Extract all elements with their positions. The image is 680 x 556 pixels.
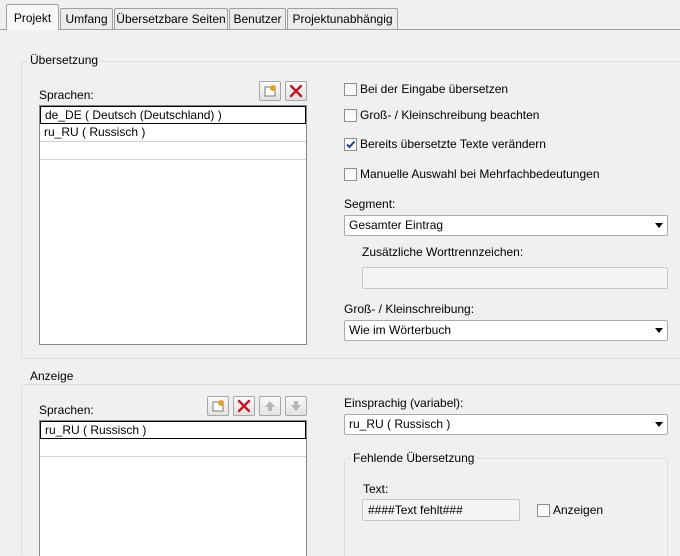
uebersetzung-legend: Übersetzung — [27, 53, 102, 67]
arrow-up-icon — [265, 401, 275, 411]
add-display-language-button[interactable] — [207, 396, 229, 416]
language-item[interactable]: ru_RU ( Russisch ) — [40, 421, 306, 439]
checkbox-gross-kleinschreibung[interactable] — [344, 109, 357, 122]
delete-display-language-button[interactable] — [233, 396, 255, 416]
text-label: Text: — [363, 482, 389, 496]
tab-umfang[interactable]: Umfang — [60, 8, 113, 29]
checkbox-manuelle-auswahl[interactable] — [344, 168, 357, 181]
add-language-button[interactable] — [259, 81, 281, 101]
case-select[interactable]: Wie im Wörterbuch — [344, 320, 668, 341]
chevron-down-icon — [655, 223, 663, 228]
fehlende-uebersetzung-legend: Fehlende Übersetzung — [350, 451, 478, 465]
label-bei-eingabe-uebersetzen: Bei der Eingabe übersetzen — [360, 82, 509, 96]
case-value: Wie im Wörterbuch — [349, 323, 452, 337]
chevron-down-icon — [655, 422, 663, 427]
uebersetzung-language-list[interactable]: de_DE ( Deutsch (Deutschland) ) ru_RU ( … — [39, 105, 307, 345]
language-item[interactable]: ru_RU ( Russisch ) — [40, 124, 306, 142]
tab-bar: Projekt Umfang Übersetzbare Seiten Benut… — [0, 0, 680, 30]
move-down-button[interactable] — [285, 396, 307, 416]
segment-select[interactable]: Gesamter Eintrag — [344, 215, 668, 236]
chevron-down-icon — [655, 328, 663, 333]
anzeige-sprachen-label: Sprachen: — [39, 403, 94, 417]
missing-text-value: ####Text fehlt### — [368, 503, 463, 517]
missing-text-input[interactable]: ####Text fehlt### — [362, 499, 520, 521]
tab-uebersetzbare-seiten[interactable]: Übersetzbare Seiten — [114, 8, 228, 29]
einsprachig-value: ru_RU ( Russisch ) — [349, 417, 451, 431]
delete-icon — [237, 399, 251, 413]
add-icon — [264, 85, 276, 97]
move-up-button[interactable] — [259, 396, 281, 416]
checkbox-bei-eingabe-uebersetzen[interactable] — [344, 83, 357, 96]
label-manuelle-auswahl: Manuelle Auswahl bei Mehrfachbedeutungen — [360, 167, 600, 181]
checkbox-bereits-uebersetzte-texte[interactable] — [344, 138, 357, 151]
einsprachig-select[interactable]: ru_RU ( Russisch ) — [344, 414, 668, 435]
empty-row — [40, 439, 306, 457]
zusatz-label: Zusätzliche Worttrennzeichen: — [362, 245, 524, 259]
delete-language-button[interactable] — [285, 81, 307, 101]
segment-value: Gesamter Eintrag — [349, 218, 444, 232]
checkbox-anzeigen[interactable] — [537, 504, 550, 517]
label-anzeigen: Anzeigen — [553, 503, 604, 517]
tab-projekt[interactable]: Projekt — [6, 4, 59, 30]
case-label: Groß- / Kleinschreibung: — [344, 302, 475, 316]
tab-benutzer[interactable]: Benutzer — [229, 8, 286, 29]
zusatz-input[interactable] — [362, 267, 668, 289]
einsprachig-label: Einsprachig (variabel): — [344, 396, 464, 410]
language-item[interactable]: de_DE ( Deutsch (Deutschland) ) — [40, 106, 306, 124]
arrow-down-icon — [291, 401, 301, 411]
delete-icon — [289, 84, 303, 98]
empty-row — [40, 142, 306, 160]
tab-projektunabhaengig[interactable]: Projektunabhängig — [287, 8, 398, 29]
sprachen-label: Sprachen: — [39, 88, 94, 102]
checkmark-icon — [346, 140, 356, 149]
label-bereits-uebersetzte-texte: Bereits übersetzte Texte verändern — [360, 137, 546, 151]
label-gross-kleinschreibung: Groß- / Kleinschreibung beachten — [360, 108, 540, 122]
segment-label: Segment: — [344, 197, 396, 211]
anzeige-legend: Anzeige — [27, 369, 77, 383]
anzeige-language-list[interactable]: ru_RU ( Russisch ) — [39, 420, 307, 556]
add-icon — [212, 400, 224, 412]
